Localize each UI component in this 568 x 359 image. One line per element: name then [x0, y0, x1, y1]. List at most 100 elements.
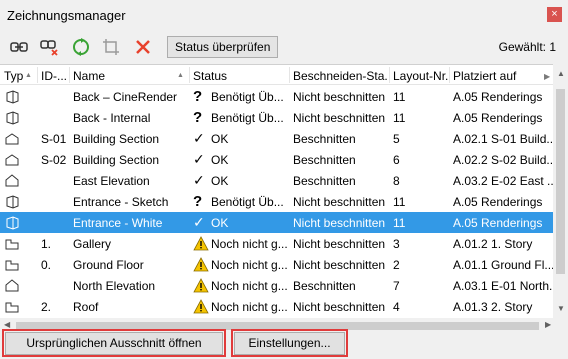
cell-status: OK — [211, 153, 229, 167]
section-icon — [5, 133, 19, 145]
table-row[interactable]: S-02 Building Section ✓ OK Beschnitten 6 A.02.… — [0, 149, 553, 170]
cell-name: Entrance - White — [73, 216, 163, 230]
table-row-selected[interactable]: Entrance - White ✓ OK Nicht beschnitten 11 A.… — [0, 212, 553, 233]
scroll-up-icon[interactable]: ▲ — [557, 69, 565, 78]
table-row[interactable]: Back – CineRender? Benötigt Üb... Nicht be… — [0, 86, 553, 107]
column-divider[interactable] — [389, 67, 390, 83]
table-header: Typ ▲ ID-... Name ▲ Status Beschneiden-S… — [0, 65, 553, 85]
cell-name: Building Section — [73, 153, 160, 167]
table-row[interactable]: 2. Roof Noch nicht g... Nicht beschnitten 4 A… — [0, 296, 553, 317]
unlink-icon[interactable] — [39, 37, 59, 57]
cell-status: OK — [211, 216, 229, 230]
column-header-name[interactable]: Name — [73, 69, 173, 83]
cell-status: Noch nicht g... — [211, 279, 288, 293]
view-3d-icon — [6, 111, 19, 125]
cell-placed-on: A.03.2 E-02 East ... — [453, 174, 553, 188]
cell-placed-on: A.05 Renderings — [453, 111, 543, 125]
section-icon — [5, 154, 19, 166]
scroll-right-icon[interactable]: ▶ — [544, 72, 550, 81]
column-header-id[interactable]: ID-... — [41, 69, 69, 83]
warning-icon — [193, 257, 209, 272]
cell-layout-number: 11 — [393, 216, 406, 230]
cell-crop-status: Beschnitten — [293, 174, 356, 188]
cell-status: Benötigt Üb... — [211, 195, 284, 209]
column-divider[interactable] — [37, 67, 38, 83]
cell-layout-number: 5 — [393, 132, 400, 146]
refresh-icon[interactable] — [71, 37, 91, 57]
cell-status: Benötigt Üb... — [211, 90, 284, 104]
cell-status: Noch nicht g... — [211, 237, 288, 251]
elevation-icon — [5, 279, 19, 292]
cell-placed-on: A.03.1 E-01 North... — [453, 279, 553, 293]
view-3d-icon — [6, 216, 19, 230]
cell-layout-number: 4 — [393, 300, 400, 314]
cell-placed-on: A.01.1 Ground Fl... — [453, 258, 553, 272]
close-button[interactable]: × — [547, 7, 562, 22]
delete-icon[interactable] — [133, 37, 153, 57]
cell-status: OK — [211, 132, 229, 146]
table-row[interactable]: North Elevation Noch nicht g... Beschnitte… — [0, 275, 553, 296]
cell-placed-on: A.05 Renderings — [453, 195, 543, 209]
column-divider[interactable] — [189, 67, 190, 83]
question-icon: ? — [193, 193, 203, 210]
cell-crop-status: Nicht beschnitten — [293, 90, 386, 104]
sort-arrow-icon: ▲ — [177, 72, 184, 79]
scroll-down-icon[interactable]: ▼ — [557, 304, 565, 313]
cell-placed-on: A.01.2 1. Story — [453, 237, 533, 251]
column-divider[interactable] — [289, 67, 290, 83]
table-row[interactable]: 1. Gallery Noch nicht g... Nicht beschnitte… — [0, 233, 553, 254]
scroll-right-icon[interactable]: ▶ — [545, 320, 551, 329]
cell-name: Entrance - Sketch — [73, 195, 169, 209]
table-row[interactable]: Entrance - Sketch? Benötigt Üb... Nicht be… — [0, 191, 553, 212]
column-header-layout[interactable]: Layout-Nr. — [393, 69, 449, 83]
settings-button[interactable]: Einstellungen... — [234, 332, 345, 355]
cell-id: S-01 — [41, 132, 67, 146]
check-icon: ✓ — [193, 130, 205, 146]
crop-icon[interactable] — [101, 37, 121, 57]
cell-crop-status: Beschnitten — [293, 153, 356, 167]
question-icon: ? — [193, 109, 203, 126]
link-icon[interactable] — [9, 37, 29, 57]
cell-status: OK — [211, 174, 229, 188]
cell-layout-number: 8 — [393, 174, 400, 188]
cell-placed-on: A.05 Renderings — [453, 90, 543, 104]
cell-name: Back – CineRender — [73, 90, 178, 104]
cell-placed-on: A.01.3 2. Story — [453, 300, 533, 314]
scroll-left-icon[interactable]: ◀ — [4, 320, 10, 329]
warning-icon — [193, 278, 209, 293]
cell-id: 2. — [41, 300, 52, 314]
column-header-crop[interactable]: Beschneiden-Sta... — [293, 69, 388, 83]
floor-plan-icon — [5, 239, 19, 250]
sort-arrow-icon: ▲ — [25, 72, 32, 79]
cell-name: North Elevation — [73, 279, 156, 293]
cell-name: East Elevation — [73, 174, 150, 188]
table-row[interactable]: S-01 Building Section ✓ OK Beschnitten 5 A.02.… — [0, 128, 553, 149]
check-status-button[interactable]: Status überprüfen — [167, 36, 279, 58]
column-header-status[interactable]: Status — [193, 69, 287, 83]
cell-crop-status: Nicht beschnitten — [293, 258, 386, 272]
toolbar: Status überprüfen Gewählt: 1 — [0, 34, 568, 60]
column-divider[interactable] — [69, 67, 70, 83]
column-divider[interactable] — [449, 67, 450, 83]
cell-crop-status: Nicht beschnitten — [293, 237, 386, 251]
cell-status: Noch nicht g... — [211, 300, 288, 314]
cell-id: S-02 — [41, 153, 67, 167]
title-bar: Zeichnungsmanager × — [0, 0, 568, 30]
table-row[interactable]: Back - Internal? Benötigt Üb... Nicht besc… — [0, 107, 553, 128]
drawing-manager-window: Zeichnungsmanager × Status überprüfen Ge… — [0, 0, 568, 359]
vertical-scrollbar[interactable]: ▲ ▼ — [553, 64, 568, 318]
cell-name: Roof — [73, 300, 99, 314]
table-row[interactable]: East Elevation ✓ OK Beschnitten 8 A.03.2 E-02… — [0, 170, 553, 191]
table-row[interactable]: 0. Ground Floor Noch nicht g... Nicht besch… — [0, 254, 553, 275]
open-original-view-button[interactable]: Ursprünglichen Ausschnitt öffnen — [5, 332, 223, 355]
check-icon: ✓ — [193, 214, 205, 230]
column-header-placed[interactable]: Platziert auf — [453, 69, 543, 83]
cell-name: Gallery — [73, 237, 112, 251]
warning-icon — [193, 236, 209, 251]
check-icon: ✓ — [193, 172, 205, 188]
scroll-thumb[interactable] — [556, 89, 565, 274]
view-3d-icon — [6, 195, 19, 209]
check-icon: ✓ — [193, 151, 205, 167]
cell-crop-status: Nicht beschnitten — [293, 216, 386, 230]
cell-id: 1. — [41, 237, 52, 251]
